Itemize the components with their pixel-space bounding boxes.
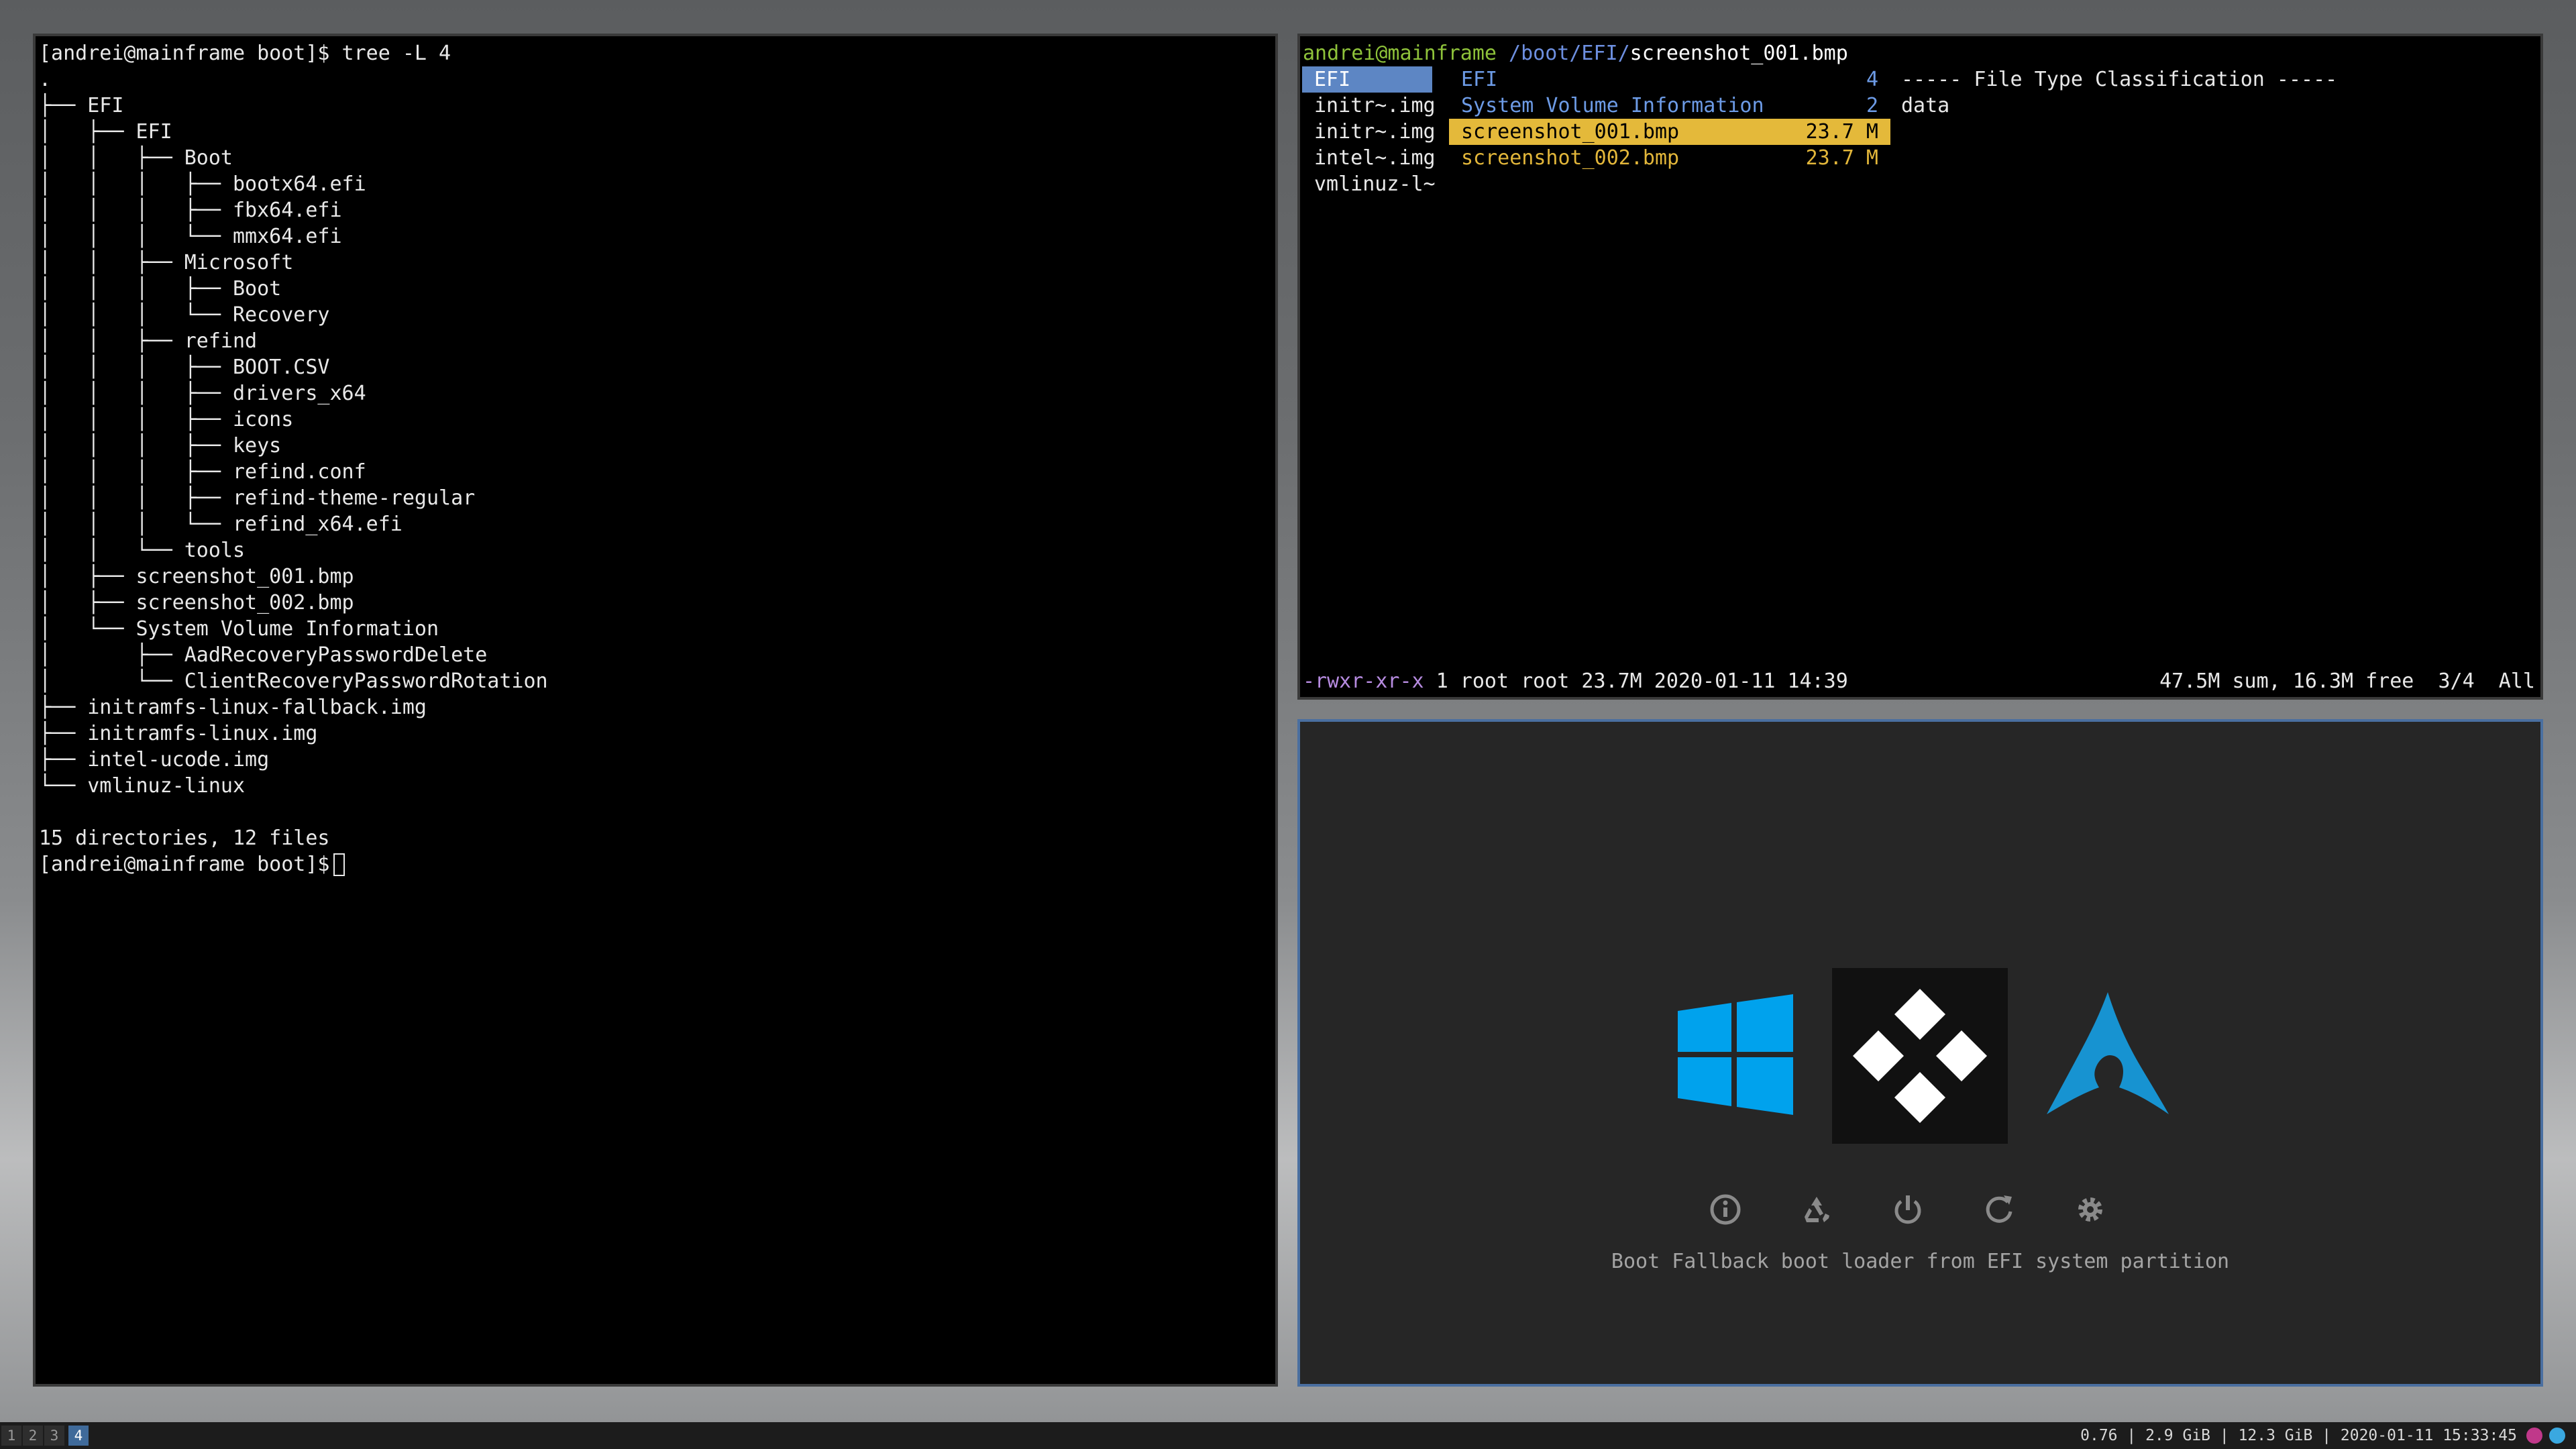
file-name: screenshot_002.bmp	[1461, 146, 1680, 170]
disk-usage: 12.3 GiB	[2238, 1427, 2313, 1444]
load-average: 0.76	[2080, 1427, 2118, 1444]
reboot-icon[interactable]	[1981, 1191, 2017, 1228]
ranger-statusbar: -rwxr-xr-x 1 root root 23.7M 2020-01-11 …	[1303, 668, 2535, 694]
ranger-window[interactable]: andrei@mainframe /boot/EFI/screenshot_00…	[1297, 34, 2543, 700]
terminal-line: │ ├── screenshot_001.bmp	[39, 565, 354, 588]
terminal-line: │ │ │ └── Recovery	[39, 303, 330, 327]
workspace-3[interactable]: 3	[44, 1426, 64, 1446]
network-tray-icon[interactable]	[2549, 1428, 2565, 1444]
workspace-2[interactable]: 2	[23, 1426, 43, 1446]
terminal-line: │ │ │ ├── Boot	[39, 277, 282, 301]
terminal-line: │ │ │ ├── keys	[39, 434, 282, 458]
terminal-line: │ │ │ ├── bootx64.efi	[39, 172, 366, 196]
file-name: EFI	[1461, 68, 1498, 91]
arch-linux-icon[interactable]	[2020, 968, 2196, 1144]
terminal-line: │ ├── AadRecoveryPasswordDelete	[39, 643, 488, 667]
terminal-line: ├── EFI	[39, 94, 124, 117]
memory-usage: 2.9 GiB	[2145, 1427, 2211, 1444]
ranger-path: /boot/EFI/	[1509, 42, 1630, 65]
refind-window[interactable]: Boot Fallback boot loader from EFI syste…	[1297, 719, 2543, 1387]
terminal-line: │ │ │ ├── drivers_x64	[39, 382, 366, 405]
ranger-parent-column: EFI initr~.img initr~.img intel~.img vml…	[1302, 66, 1436, 197]
terminal-line: │ │ │ ├── refind-theme-regular	[39, 486, 476, 510]
terminal-line: └── vmlinuz-linux	[39, 774, 246, 798]
terminal-line: │ │ ├── Boot	[39, 146, 233, 170]
terminal-cursor[interactable]	[333, 853, 345, 876]
file-row-system-volume-information[interactable]: System Volume Information 2	[1449, 93, 1890, 119]
terminal-line: │ │ ├── refind	[39, 329, 258, 353]
parent-item[interactable]: vmlinuz-l~	[1302, 171, 1436, 197]
settings-icon[interactable]	[2072, 1191, 2108, 1228]
file-size: 23.7 M	[1805, 146, 1878, 170]
ranger-user: andrei@mainframe	[1303, 42, 1497, 65]
terminal-line: │ │ └── tools	[39, 539, 246, 562]
parent-item-efi[interactable]: EFI	[1302, 66, 1432, 93]
status-bar: 1 2 3 4 0.76 | 2.9 GiB | 12.3 GiB | 2020…	[0, 1422, 2576, 1449]
terminal-line: │ │ │ ├── fbx64.efi	[39, 199, 342, 222]
about-icon[interactable]	[1707, 1191, 1743, 1228]
file-size: 23.7 M	[1805, 120, 1878, 144]
terminal-prompt-line[interactable]: [andrei@mainframe boot]$	[39, 851, 1275, 877]
terminal-line: │ │ ├── Microsoft	[39, 251, 294, 274]
terminal-line: │ └── System Volume Information	[39, 617, 439, 641]
ranger-file: screenshot_001.bmp	[1629, 42, 1848, 65]
workspace-1[interactable]: 1	[1, 1426, 21, 1446]
ranger-preview-column: ----- File Type Classification ----- dat…	[1901, 66, 2505, 119]
parent-item[interactable]: intel~.img	[1302, 145, 1436, 171]
firefox-tray-icon[interactable]	[2526, 1428, 2542, 1444]
terminal-window[interactable]: [andrei@mainframe boot]$ tree -L 4 . ├──…	[33, 34, 1278, 1387]
parent-item[interactable]: initr~.img	[1302, 119, 1436, 145]
terminal-line: 15 directories, 12 files	[39, 826, 330, 850]
terminal-line: [andrei@mainframe boot]$ tree -L 4	[39, 42, 451, 65]
workspace-4-active[interactable]: 4	[68, 1426, 89, 1446]
refind-fallback-icon[interactable]	[1832, 968, 2008, 1144]
terminal-line: │ │ │ ├── refind.conf	[39, 460, 366, 484]
terminal-line: │ ├── screenshot_002.bmp	[39, 591, 354, 614]
ranger-summary: 47.5M sum, 16.3M free 3/4 All	[2159, 669, 2535, 693]
file-name: screenshot_001.bmp	[1461, 120, 1680, 144]
terminal-line: .	[39, 68, 52, 91]
ranger-title: andrei@mainframe /boot/EFI/screenshot_00…	[1303, 40, 1848, 66]
file-row-screenshot-001-selected[interactable]: screenshot_001.bmp 23.7 M	[1449, 119, 1890, 145]
file-row-efi[interactable]: EFI 4	[1449, 66, 1890, 93]
terminal-line: ├── initramfs-linux-fallback.img	[39, 696, 427, 719]
windows-icon[interactable]	[1648, 968, 1824, 1144]
terminal-line: │ ├── EFI	[39, 120, 172, 144]
terminal-line: ├── intel-ucode.img	[39, 748, 270, 771]
preview-value: data	[1901, 94, 1950, 117]
boot-description: Boot Fallback boot loader from EFI syste…	[1611, 1250, 2230, 1273]
terminal-line: │ │ │ └── refind_x64.efi	[39, 513, 402, 536]
terminal-line: │ │ │ ├── BOOT.CSV	[39, 356, 330, 379]
system-stats: 0.76 | 2.9 GiB | 12.3 GiB | 2020-01-11 1…	[2080, 1427, 2517, 1444]
terminal-line: ├── initramfs-linux.img	[39, 722, 318, 745]
terminal-line: │ │ │ └── mmx64.efi	[39, 225, 342, 248]
terminal-line: │ └── ClientRecoveryPasswordRotation	[39, 669, 548, 693]
terminal-line: │ │ │ ├── icons	[39, 408, 294, 431]
refind-tool-row	[1300, 1191, 2540, 1232]
file-row-screenshot-002[interactable]: screenshot_002.bmp 23.7 M	[1449, 145, 1890, 171]
file-name: System Volume Information	[1461, 94, 1764, 117]
shutdown-icon[interactable]	[1890, 1191, 1926, 1228]
terminal-output: [andrei@mainframe boot]$ tree -L 4 . ├──…	[36, 36, 1275, 877]
file-permissions: -rwxr-xr-x	[1303, 669, 1424, 693]
file-size: 2	[1866, 94, 1878, 117]
recycle-icon[interactable]	[1799, 1191, 1835, 1228]
clock: 2020-01-11 15:33:45	[2340, 1427, 2517, 1444]
preview-header: ----- File Type Classification -----	[1901, 68, 2338, 91]
terminal-prompt: [andrei@mainframe boot]$	[39, 853, 330, 876]
ranger-current-column: EFI 4 System Volume Information 2 screensh…	[1449, 66, 1890, 171]
parent-item[interactable]: initr~.img	[1302, 93, 1436, 119]
file-size: 4	[1866, 68, 1878, 91]
file-info: 1 root root 23.7M 2020-01-11 14:39	[1436, 669, 1848, 693]
